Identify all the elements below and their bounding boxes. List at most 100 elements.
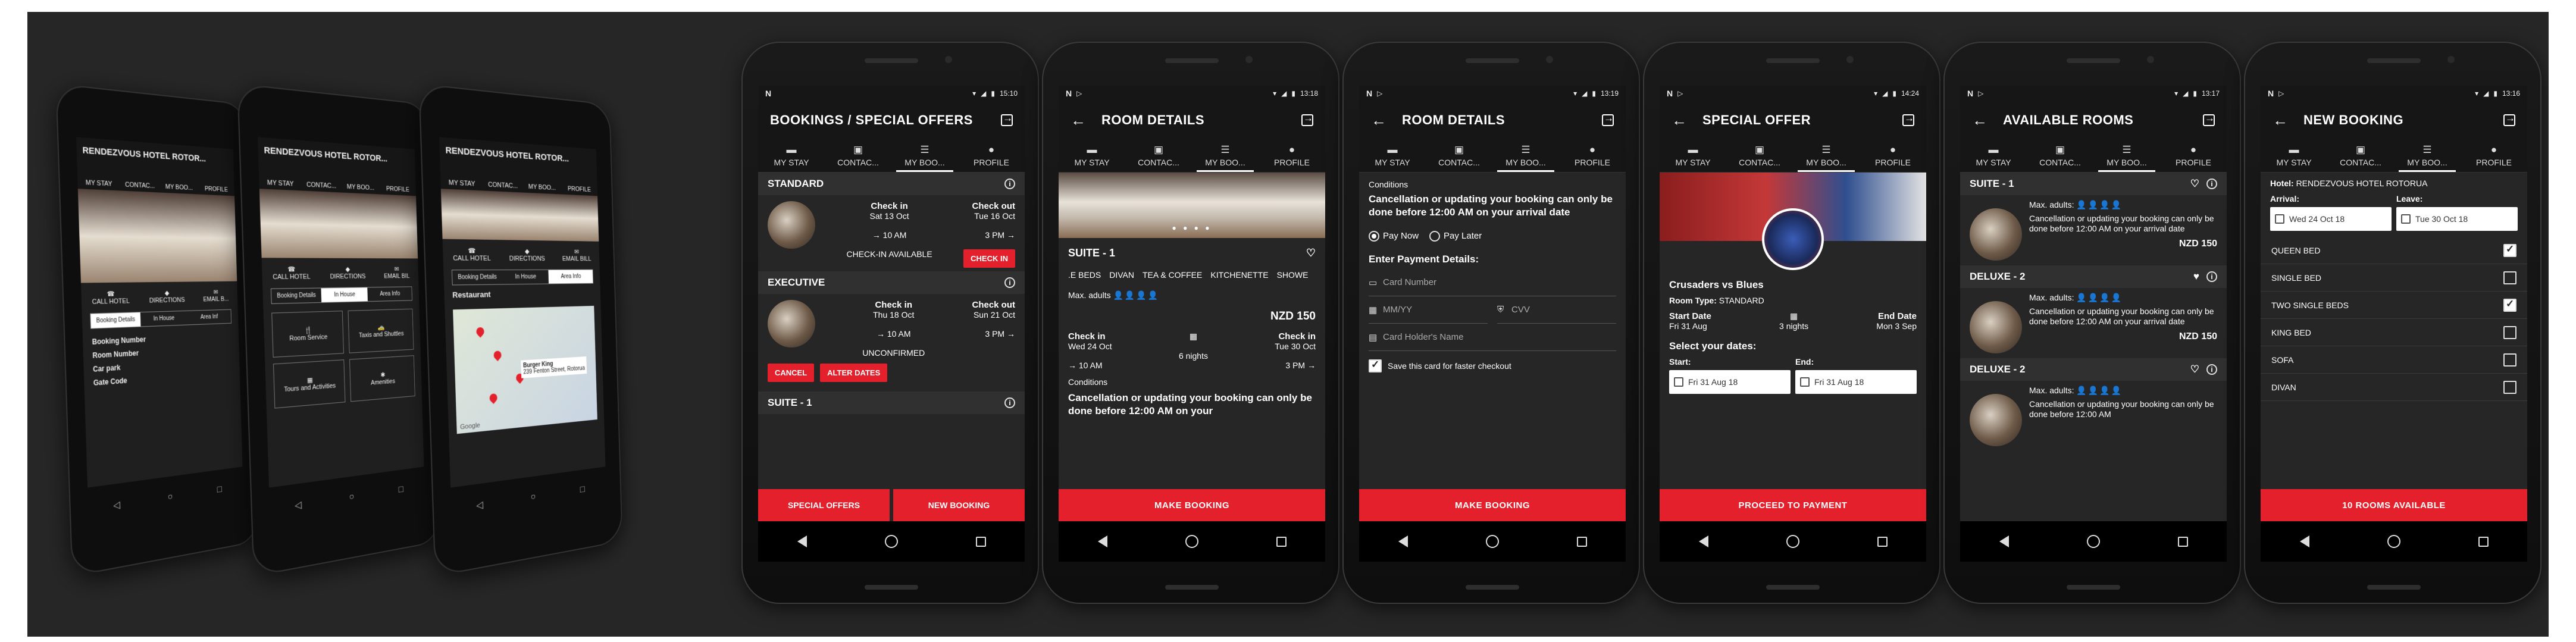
room-card[interactable]: Max. adults: 👤👤👤👤 Cancellation or updati… xyxy=(1960,381,2227,451)
heart-icon[interactable]: ♡ xyxy=(2190,364,2199,375)
tab-profile[interactable]: ● PROFILE xyxy=(2160,139,2227,172)
bed-option-row[interactable]: SOFA xyxy=(2261,346,2527,374)
cancel-button[interactable]: CANCEL xyxy=(768,364,815,382)
bed-option-row[interactable]: SINGLE BED xyxy=(2261,264,2527,292)
bed-option-row[interactable]: TWO SINGLE BEDS xyxy=(2261,292,2527,319)
tab-my-bookings[interactable]: MY BOO... xyxy=(341,167,380,194)
tab-contact[interactable]: CONTAC... xyxy=(301,165,342,192)
back-icon[interactable] xyxy=(797,535,807,547)
tab-contact[interactable]: ▣ CONTAC... xyxy=(1426,139,1492,172)
tab-my-bookings[interactable]: ☰ MY BOO... xyxy=(891,139,958,172)
tab-my-bookings[interactable]: ☰ MY BOO... xyxy=(1192,139,1259,172)
card-holder-field[interactable]: ▤ Card Holder's Name xyxy=(1369,324,1616,352)
tab-contact[interactable]: CONTAC... xyxy=(119,165,160,192)
check-in-button[interactable]: CHECK IN xyxy=(963,249,1015,268)
bed-option-checkbox[interactable] xyxy=(2503,271,2516,284)
heart-icon[interactable]: ♡ xyxy=(2190,178,2199,190)
tab-my-stay[interactable]: MY STAY xyxy=(258,162,301,191)
map-pin-icon[interactable] xyxy=(488,392,499,404)
tab-profile[interactable]: ● PROFILE xyxy=(1259,139,1325,172)
logout-icon[interactable] xyxy=(2203,112,2215,126)
logout-icon[interactable] xyxy=(1301,112,1313,126)
start-date-picker[interactable]: Fri 31 Aug 18 xyxy=(1669,370,1791,394)
tab-profile[interactable]: ● PROFILE xyxy=(958,139,1025,172)
email-button[interactable]: ✉ EMAIL BILL xyxy=(562,248,591,262)
proceed-to-payment-button[interactable]: PROCEED TO PAYMENT xyxy=(1660,489,1926,521)
special-offers-button[interactable]: SPECIAL OFFERS xyxy=(758,489,890,521)
back-arrow-icon[interactable]: ← xyxy=(1972,111,1987,130)
tab-my-bookings[interactable]: MY BOO... xyxy=(159,167,198,194)
home-icon[interactable] xyxy=(2387,535,2400,548)
tab-contact[interactable]: CONTAC... xyxy=(482,165,523,192)
bed-option-checkbox[interactable] xyxy=(2503,353,2516,367)
make-booking-button[interactable]: MAKE BOOKING xyxy=(1059,489,1325,521)
email-button[interactable]: ✉ EMAIL B... xyxy=(203,288,229,303)
pay-later-radio[interactable]: Pay Later xyxy=(1429,231,1482,242)
tab-profile[interactable]: PROFILE xyxy=(379,170,416,196)
booking-card-standard[interactable]: Check in Sat 13 Oct → 10 AM CHECK-IN AVA… xyxy=(758,195,1025,271)
call-hotel-button[interactable]: ☎ CALL HOTEL xyxy=(92,290,130,306)
email-button[interactable]: ✉ EMAIL BIL xyxy=(384,265,409,280)
info-icon[interactable]: i xyxy=(2206,271,2217,282)
tab-my-stay[interactable]: ▬ MY STAY xyxy=(2261,139,2327,172)
home-icon[interactable] xyxy=(884,535,898,548)
recents-icon[interactable] xyxy=(2478,536,2489,547)
tab-my-bookings[interactable]: MY BOO... xyxy=(522,167,561,194)
back-icon[interactable] xyxy=(1999,535,2009,547)
recents-icon[interactable] xyxy=(1276,536,1287,547)
back-arrow-icon[interactable]: ← xyxy=(1672,111,1687,130)
directions-button[interactable]: ◆ DIRECTIONS xyxy=(149,289,185,305)
bed-option-checkbox[interactable] xyxy=(2503,298,2516,312)
segment-area-info[interactable]: Area Inf xyxy=(187,310,231,325)
tab-contact[interactable]: ▣ CONTAC... xyxy=(825,139,891,172)
tab-profile[interactable]: PROFILE xyxy=(561,170,597,196)
arrival-date-picker[interactable]: Wed 24 Oct 18 xyxy=(2270,207,2392,231)
call-hotel-button[interactable]: ☎ CALL HOTEL xyxy=(453,246,491,262)
tab-contact[interactable]: ▣ CONTAC... xyxy=(1726,139,1793,172)
recents-icon[interactable] xyxy=(975,536,986,547)
home-icon[interactable] xyxy=(1786,535,1799,548)
tab-my-stay[interactable]: MY STAY xyxy=(77,162,120,191)
back-icon[interactable] xyxy=(2299,535,2309,547)
heart-filled-icon[interactable]: ♥ xyxy=(2193,271,2199,283)
save-card-row[interactable]: Save this card for faster checkout xyxy=(1359,351,1626,381)
room-photo[interactable]: ● ● ● ● xyxy=(1059,173,1325,238)
booking-card-executive[interactable]: Check in Thu 18 Oct → 10 AM UNCONFIRMED … xyxy=(758,294,1025,361)
pay-now-radio[interactable]: Pay Now xyxy=(1369,231,1419,242)
rooms-available-button[interactable]: 10 ROOMS AVAILABLE xyxy=(2261,489,2527,521)
home-icon[interactable] xyxy=(2086,535,2100,548)
recents-icon[interactable] xyxy=(2177,536,2188,547)
area-map[interactable]: Burger King 239 Fenton Street, Rotorua Go… xyxy=(453,305,597,434)
recents-icon[interactable] xyxy=(1576,536,1587,547)
info-icon[interactable]: i xyxy=(1004,178,1015,189)
tab-my-bookings[interactable]: ☰ MY BOO... xyxy=(1793,139,1860,172)
bed-option-row[interactable]: QUEEN BED xyxy=(2261,237,2527,264)
heart-icon[interactable]: ♡ xyxy=(1306,247,1316,259)
logout-icon[interactable] xyxy=(1602,112,1614,126)
home-icon[interactable] xyxy=(1185,535,1198,548)
map-pin-icon[interactable] xyxy=(474,325,486,338)
info-icon[interactable]: i xyxy=(1004,397,1015,408)
back-icon[interactable] xyxy=(1698,535,1708,547)
alter-dates-button[interactable]: ALTER DATES xyxy=(820,364,888,382)
segment-booking-details[interactable]: Booking Details xyxy=(90,312,141,328)
bed-option-checkbox[interactable] xyxy=(2503,325,2516,339)
card-number-field[interactable]: ▭ Card Number xyxy=(1369,269,1616,297)
cvv-field[interactable]: ⛨ CVV xyxy=(1497,296,1616,324)
logout-icon[interactable] xyxy=(1902,112,1914,126)
tab-my-stay[interactable]: ▬ MY STAY xyxy=(1660,139,1726,172)
segment-area-info[interactable]: Area Info xyxy=(548,270,593,284)
tab-contact[interactable]: ▣ CONTAC... xyxy=(2327,139,2394,172)
tab-profile[interactable]: PROFILE xyxy=(198,170,234,196)
tab-my-stay[interactable]: MY STAY xyxy=(440,162,483,191)
segment-area-info[interactable]: Area Info xyxy=(368,287,412,301)
end-date-picker[interactable]: Fri 31 Aug 18 xyxy=(1795,370,1917,394)
make-booking-button[interactable]: MAKE BOOKING xyxy=(1359,489,1626,521)
amenities-tile[interactable]: ✱ Amenities xyxy=(349,355,415,402)
new-booking-button[interactable]: NEW BOOKING xyxy=(893,489,1025,521)
back-icon[interactable] xyxy=(1398,535,1408,547)
tab-my-stay[interactable]: ▬ MY STAY xyxy=(1960,139,2027,172)
taxis-tile[interactable]: 🚕 Taxis and Shuttles xyxy=(348,308,414,353)
info-icon[interactable]: i xyxy=(2206,178,2217,189)
logout-icon[interactable] xyxy=(1001,112,1013,126)
